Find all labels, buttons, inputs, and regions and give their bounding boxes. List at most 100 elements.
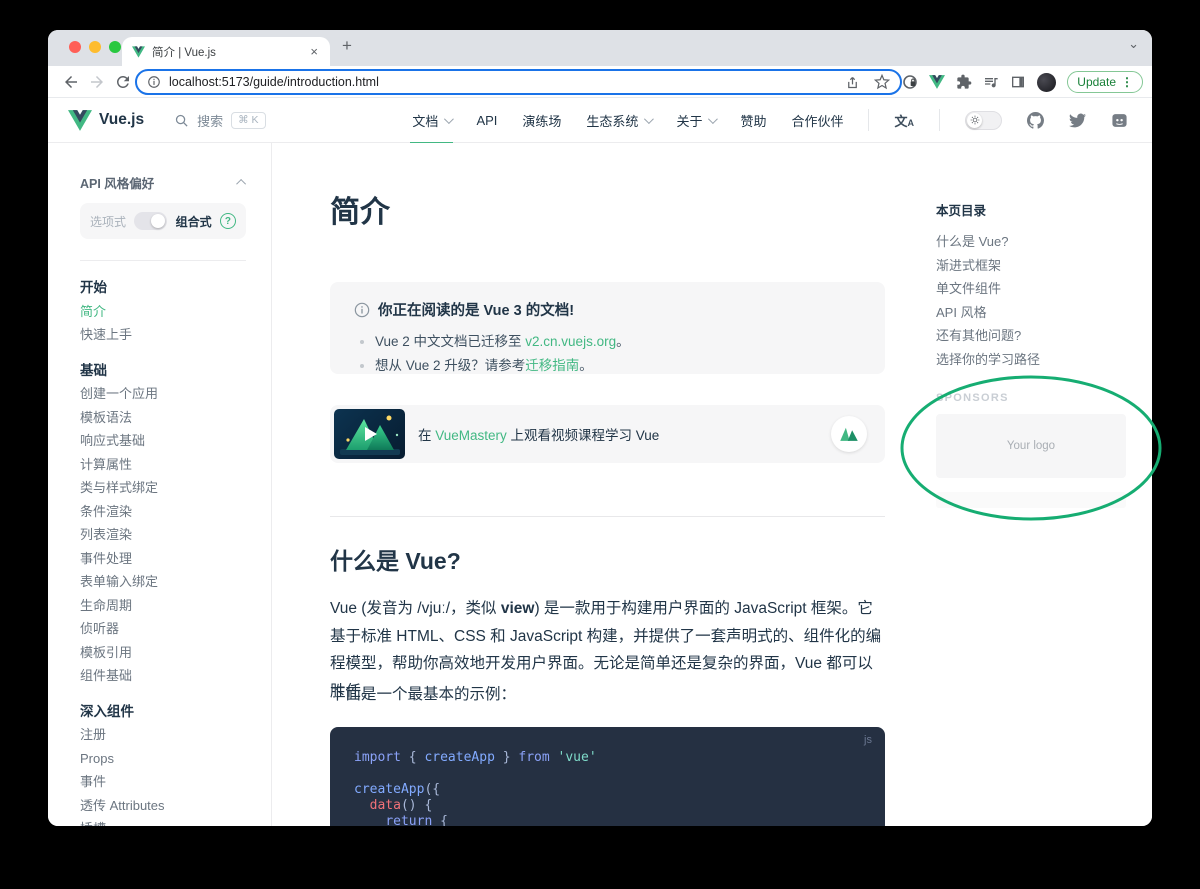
tab-strip: 简介 | Vue.js × + ⌄: [48, 30, 1152, 66]
sidebar-item-template-syntax[interactable]: 模板语法: [80, 406, 271, 430]
section-divider: [330, 516, 885, 517]
brand-name: Vue.js: [99, 111, 144, 129]
sidebar-item-component-basics[interactable]: 组件基础: [80, 664, 271, 688]
sidebar-item-creating-app[interactable]: 创建一个应用: [80, 382, 271, 406]
sponsor-placeholder[interactable]: Your logo: [936, 414, 1126, 478]
sidebar-item-introduction[interactable]: 简介: [80, 300, 271, 324]
sidebar-item-computed[interactable]: 计算属性: [80, 453, 271, 477]
v2-docs-link[interactable]: v2.cn.vuejs.org: [525, 334, 616, 349]
code-line: return {: [354, 814, 861, 826]
side-panel-icon[interactable]: [1010, 74, 1026, 90]
option-api-label[interactable]: 选项式: [90, 213, 126, 230]
nav-docs[interactable]: 文档: [412, 98, 451, 143]
api-preference-title[interactable]: API 风格偏好: [80, 173, 246, 192]
divider: [80, 260, 246, 261]
nav-ecosystem[interactable]: 生态系统: [586, 98, 651, 143]
page-outline: 本页目录 什么是 Vue? 渐进式框架 单文件组件 API 风格 还有其他问题?…: [936, 200, 1136, 371]
reading-list-icon[interactable]: [983, 74, 999, 90]
outline-item-api-styles[interactable]: API 风格: [936, 301, 1136, 325]
code-language-badge: js: [864, 734, 872, 746]
github-link[interactable]: [1027, 112, 1044, 129]
sidebar-item-forms[interactable]: 表单输入绑定: [80, 570, 271, 594]
close-window-button[interactable]: [69, 41, 81, 53]
outline-item-progressive[interactable]: 渐进式框架: [936, 254, 1136, 278]
address-bar[interactable]: localhost:5173/guide/introduction.html: [135, 69, 902, 95]
browser-tab[interactable]: 简介 | Vue.js ×: [122, 37, 330, 66]
nav-api[interactable]: API: [476, 98, 497, 143]
bullet-icon: [360, 364, 364, 368]
nav-sponsor[interactable]: 赞助: [740, 98, 766, 143]
sidebar-item-attrs[interactable]: 透传 Attributes: [80, 794, 271, 818]
sidebar-item-list[interactable]: 列表渲染: [80, 523, 271, 547]
forward-button[interactable]: [88, 73, 106, 91]
api-style-toggle[interactable]: [134, 212, 167, 230]
sidebar-item-quick-start[interactable]: 快速上手: [80, 323, 271, 347]
extensions-puzzle-icon[interactable]: [956, 74, 972, 90]
help-icon[interactable]: ?: [220, 213, 236, 229]
outline-item-learning-path[interactable]: 选择你的学习路径: [936, 348, 1136, 372]
sidebar-item-events[interactable]: 事件处理: [80, 547, 271, 571]
doc-sidebar: API 风格偏好 选项式 组合式 ? 开始 简介 快速上手 基础 创建一个应用 …: [48, 143, 272, 826]
notice-heading: 你正在阅读的是 Vue 3 的文档!: [378, 299, 574, 320]
minimize-window-button[interactable]: [89, 41, 101, 53]
sidebar-item-component-events[interactable]: 事件: [80, 770, 271, 794]
sidebar-item-lifecycle[interactable]: 生命周期: [80, 594, 271, 618]
new-tab-button[interactable]: +: [342, 36, 352, 56]
sidebar-item-conditional[interactable]: 条件渲染: [80, 500, 271, 524]
code-block[interactable]: js import { createApp } from 'vue' creat…: [330, 727, 885, 826]
composition-api-label[interactable]: 组合式: [176, 213, 212, 230]
sidebar-group-title: 深入组件: [80, 700, 271, 724]
nav-playground[interactable]: 演练场: [522, 98, 561, 143]
tab-title: 简介 | Vue.js: [152, 44, 308, 60]
vuemastery-logo: [831, 416, 867, 452]
share-icon[interactable]: [845, 75, 860, 90]
reload-button[interactable]: [114, 73, 132, 91]
twitter-icon: [1069, 112, 1086, 129]
code-line: createApp({: [354, 782, 861, 798]
code-line: data() {: [354, 798, 861, 814]
tab-search-icon[interactable]: ⌄: [1128, 36, 1139, 52]
vue-logo-icon: [68, 110, 92, 131]
search-icon: [174, 113, 189, 128]
sidebar-item-reactivity[interactable]: 响应式基础: [80, 429, 271, 453]
page-info-icon[interactable]: [147, 75, 161, 89]
tab-close-icon[interactable]: ×: [308, 44, 320, 59]
chrome-update-button[interactable]: Update ⋮: [1067, 71, 1143, 93]
theme-toggle[interactable]: [965, 111, 1002, 130]
vuemastery-link[interactable]: VueMastery: [435, 428, 507, 443]
discord-link[interactable]: [1111, 112, 1128, 129]
sidebar-item-props[interactable]: Props: [80, 747, 271, 771]
sidebar-item-slots[interactable]: 插槽: [80, 817, 271, 826]
sidebar-item-template-refs[interactable]: 模板引用: [80, 641, 271, 665]
outline-item-sfc[interactable]: 单文件组件: [936, 277, 1136, 301]
nav-partners[interactable]: 合作伙伴: [791, 98, 843, 143]
sidebar-item-class-style[interactable]: 类与样式绑定: [80, 476, 271, 500]
sidebar-item-registration[interactable]: 注册: [80, 723, 271, 747]
zoom-window-button[interactable]: [109, 41, 121, 53]
browser-toolbar: localhost:5173/guide/introduction.html U…: [48, 66, 1152, 98]
code-line: import { createApp } from 'vue': [354, 750, 861, 766]
profile-avatar[interactable]: [1037, 73, 1056, 92]
privacy-extension-icon[interactable]: [902, 74, 918, 90]
translate-icon[interactable]: 文A: [894, 111, 914, 130]
url-text[interactable]: localhost:5173/guide/introduction.html: [169, 75, 845, 89]
bookmark-star-icon[interactable]: [874, 74, 890, 90]
github-icon: [1027, 112, 1044, 129]
vue-devtools-extension-icon[interactable]: [929, 74, 945, 90]
search-button[interactable]: 搜索 ⌘ K: [174, 111, 265, 130]
back-button[interactable]: [62, 73, 80, 91]
migration-guide-link[interactable]: 迁移指南: [525, 358, 579, 373]
sidebar-item-watchers[interactable]: 侦听器: [80, 617, 271, 641]
vuemastery-video-thumbnail[interactable]: [334, 409, 405, 459]
vuejs-logo[interactable]: Vue.js: [68, 110, 144, 131]
browser-menu-icon[interactable]: ⋮: [1121, 75, 1133, 89]
outline-item-what-is-vue[interactable]: 什么是 Vue?: [936, 230, 1136, 254]
nav-about[interactable]: 关于: [676, 98, 715, 143]
sun-icon: [970, 115, 980, 125]
twitter-link[interactable]: [1069, 112, 1086, 129]
api-preference-switch-panel: 选项式 组合式 ?: [80, 203, 246, 239]
sidebar-group-title: 基础: [80, 359, 271, 383]
vuemastery-banner[interactable]: 在 VueMastery 上观看视频课程学习 Vue: [330, 405, 885, 463]
doc-content: 简介 你正在阅读的是 Vue 3 的文档! Vue 2 中文文档已迁移至 v2.…: [272, 143, 1152, 826]
outline-item-more-questions[interactable]: 还有其他问题?: [936, 324, 1136, 348]
